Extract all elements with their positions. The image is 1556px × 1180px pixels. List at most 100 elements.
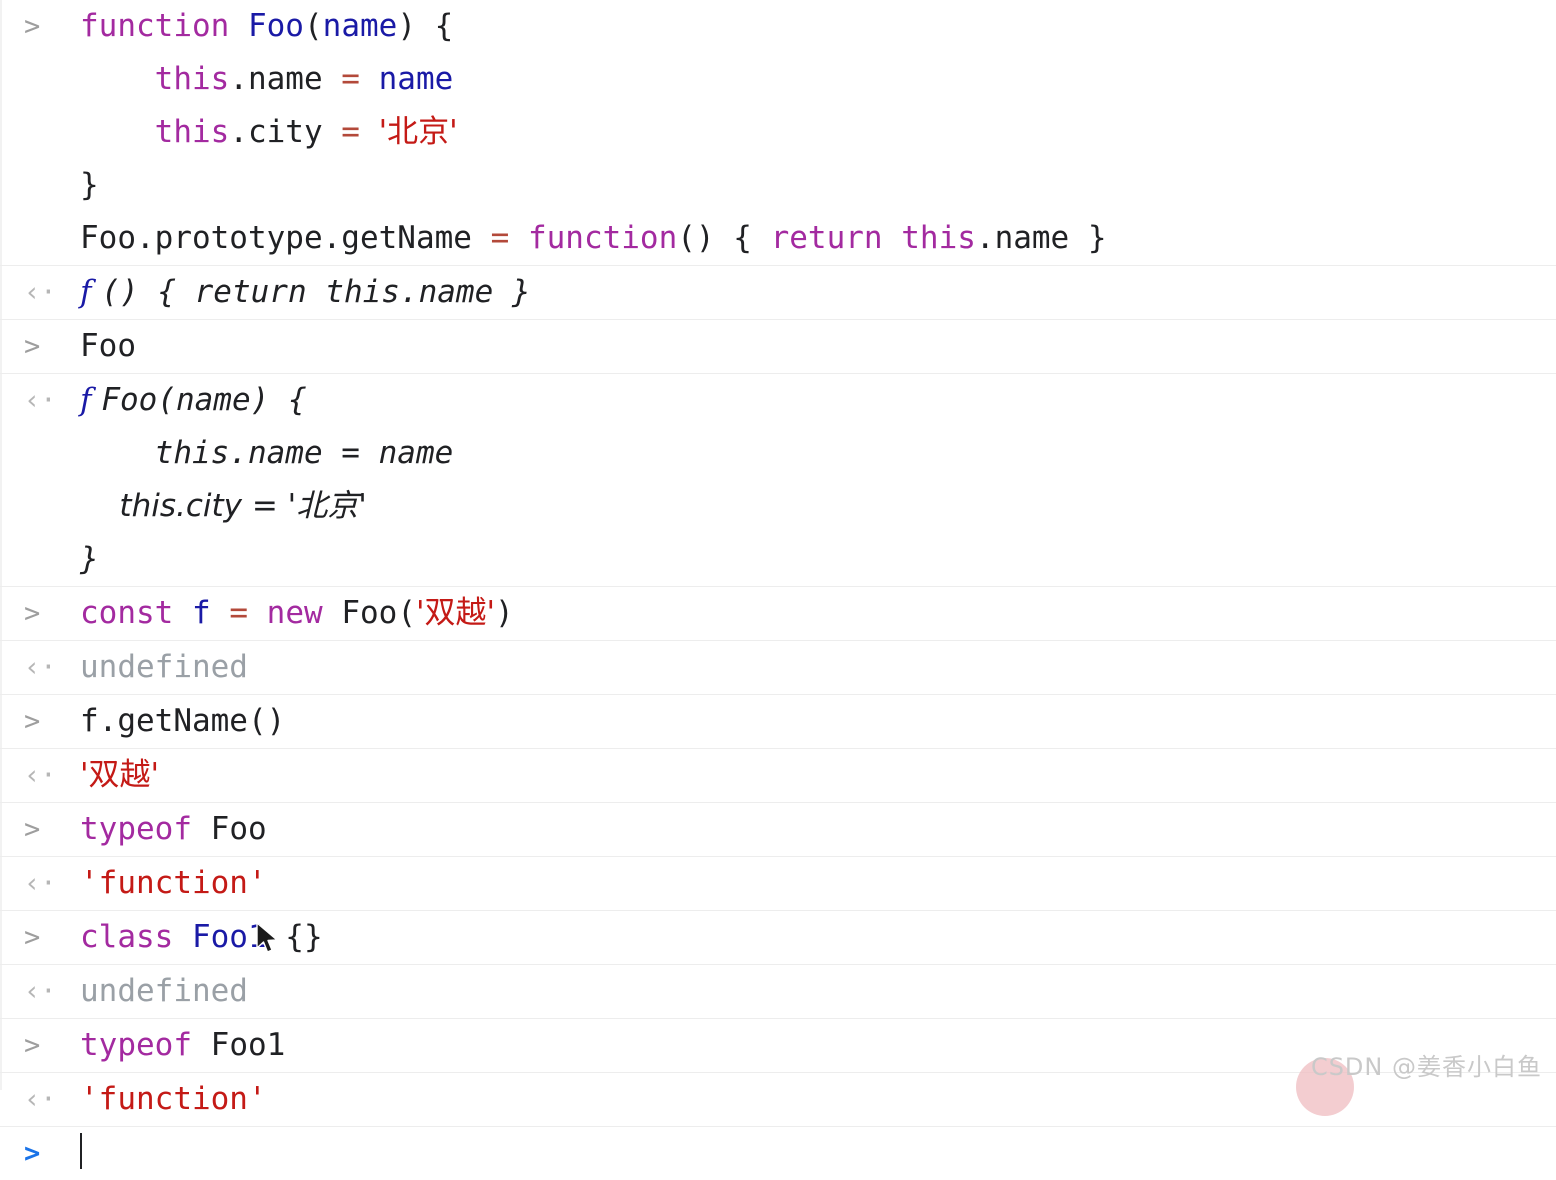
token: } xyxy=(80,541,99,577)
token: ) xyxy=(495,595,514,631)
token: new xyxy=(266,595,342,631)
token: return xyxy=(770,220,902,256)
console-input-line: > Foo xyxy=(0,320,1556,373)
console-output-line: ‹· undefined xyxy=(0,641,1556,694)
token: = xyxy=(490,220,510,256)
token: this xyxy=(154,61,230,97)
input-chevron-icon: > xyxy=(24,922,41,953)
code-text: const f = new Foo('双越') xyxy=(80,587,1556,640)
entry-define-foo-result: ‹· f () { return this.name } xyxy=(0,266,1556,320)
token: } xyxy=(80,167,99,203)
console-input-line: } xyxy=(0,159,1556,212)
console-input-line: Foo.prototype.getName = function() { ret… xyxy=(0,212,1556,265)
token: this xyxy=(901,220,976,256)
output-chevron-icon: ‹· xyxy=(24,385,57,416)
entry-typeof-foo: > typeof Foo xyxy=(0,803,1556,857)
token: 'function' xyxy=(80,865,267,901)
console-input-line: > function Foo(name) { xyxy=(0,0,1556,53)
console-input-line: > class Foo1 {} xyxy=(0,911,1556,964)
code-text: } xyxy=(80,533,1556,586)
token: Foo xyxy=(210,811,267,847)
token: typeof xyxy=(80,811,211,847)
entry-getname-result: ‹· '双越' xyxy=(0,749,1556,803)
csdn-watermark: CSDN @姜香小白鱼 xyxy=(1310,1053,1542,1081)
console-prompt-input[interactable] xyxy=(80,1127,1556,1180)
token: ( xyxy=(303,8,323,44)
output-chevron-icon: ‹· xyxy=(24,652,57,683)
token: .city xyxy=(229,114,342,150)
console-output-line: ‹· 'function' xyxy=(0,857,1556,910)
console-prompt-line[interactable]: > xyxy=(0,1127,1556,1180)
token: .name } xyxy=(975,220,1107,256)
token: {} xyxy=(266,919,323,955)
code-text: class Foo1 {} xyxy=(80,911,1556,964)
token: typeof xyxy=(80,1027,211,1063)
entry-typeof-foo-result: ‹· 'function' xyxy=(0,857,1556,911)
entry-eval-foo-result: ‹· f Foo(name) { this.name = name this.ci… xyxy=(0,374,1556,587)
console-output-line: this.city = '北京' xyxy=(0,480,1556,533)
token: function xyxy=(80,8,248,44)
text-caret xyxy=(80,1133,82,1169)
output-chevron-icon: ‹· xyxy=(24,868,57,899)
code-text: '双越' xyxy=(80,749,1556,802)
console-input-line: > typeof Foo xyxy=(0,803,1556,856)
console-panel[interactable]: > function Foo(name) { this.name = name t… xyxy=(0,0,1556,1169)
output-chevron-icon: ‹· xyxy=(24,976,57,1007)
token: this.name = name xyxy=(80,435,454,471)
code-text: function Foo(name) { xyxy=(80,0,1556,53)
token: = xyxy=(229,595,248,631)
code-text: f Foo(name) { xyxy=(80,374,1556,427)
token: () { xyxy=(677,220,771,256)
console-output-line: ‹· '双越' xyxy=(0,749,1556,802)
entry-define-foo: > function Foo(name) { this.name = name t… xyxy=(0,0,1556,266)
code-text: this.city = '北京' xyxy=(80,106,1556,159)
token: Foo xyxy=(80,328,136,364)
token: '北京' xyxy=(378,114,458,150)
code-text: undefined xyxy=(80,641,1556,694)
output-chevron-icon: ‹· xyxy=(24,760,57,791)
entry-const-f-result: ‹· undefined xyxy=(0,641,1556,695)
token: '双越' xyxy=(80,757,160,793)
console-output-line: ‹· undefined xyxy=(0,965,1556,1018)
token: () { return this.name } xyxy=(101,274,531,310)
console-input-line: > const f = new Foo('双越') xyxy=(0,587,1556,640)
token: Foo1 xyxy=(191,919,267,955)
token: Foo(name) { xyxy=(101,382,307,418)
token: f xyxy=(191,595,211,631)
token: this xyxy=(154,114,230,150)
token: undefined xyxy=(80,649,248,685)
entry-eval-foo: > Foo xyxy=(0,320,1556,374)
token: const xyxy=(80,595,192,631)
console-input-line: this.city = '北京' xyxy=(0,106,1556,159)
code-text: this.name = name xyxy=(80,427,1556,480)
output-chevron-icon: ‹· xyxy=(24,277,57,308)
input-chevron-icon: > xyxy=(24,11,41,42)
token: = xyxy=(341,114,360,150)
entry-getname-call: > f.getName() xyxy=(0,695,1556,749)
token: this.city = '北京' xyxy=(80,488,367,524)
code-text: f.getName() xyxy=(80,695,1556,748)
code-text: typeof Foo xyxy=(80,803,1556,856)
code-text: f () { return this.name } xyxy=(80,266,1556,319)
input-chevron-icon: > xyxy=(24,331,41,362)
code-text: undefined xyxy=(80,965,1556,1018)
token: Foo xyxy=(247,8,304,44)
input-chevron-icon: > xyxy=(24,598,41,629)
token: Foo1 xyxy=(210,1027,286,1063)
code-text: Foo xyxy=(80,320,1556,373)
code-text: Foo.prototype.getName = function() { ret… xyxy=(80,212,1556,265)
token: .name xyxy=(229,61,342,97)
input-chevron-icon: > xyxy=(24,814,41,845)
token: ) { xyxy=(397,8,454,44)
token: class xyxy=(80,919,192,955)
token: Foo.prototype.getName xyxy=(80,220,491,256)
entry-class-foo1-result: ‹· undefined xyxy=(0,965,1556,1019)
console-prompt-row[interactable]: > xyxy=(0,1127,1556,1180)
input-chevron-icon: > xyxy=(24,706,41,737)
